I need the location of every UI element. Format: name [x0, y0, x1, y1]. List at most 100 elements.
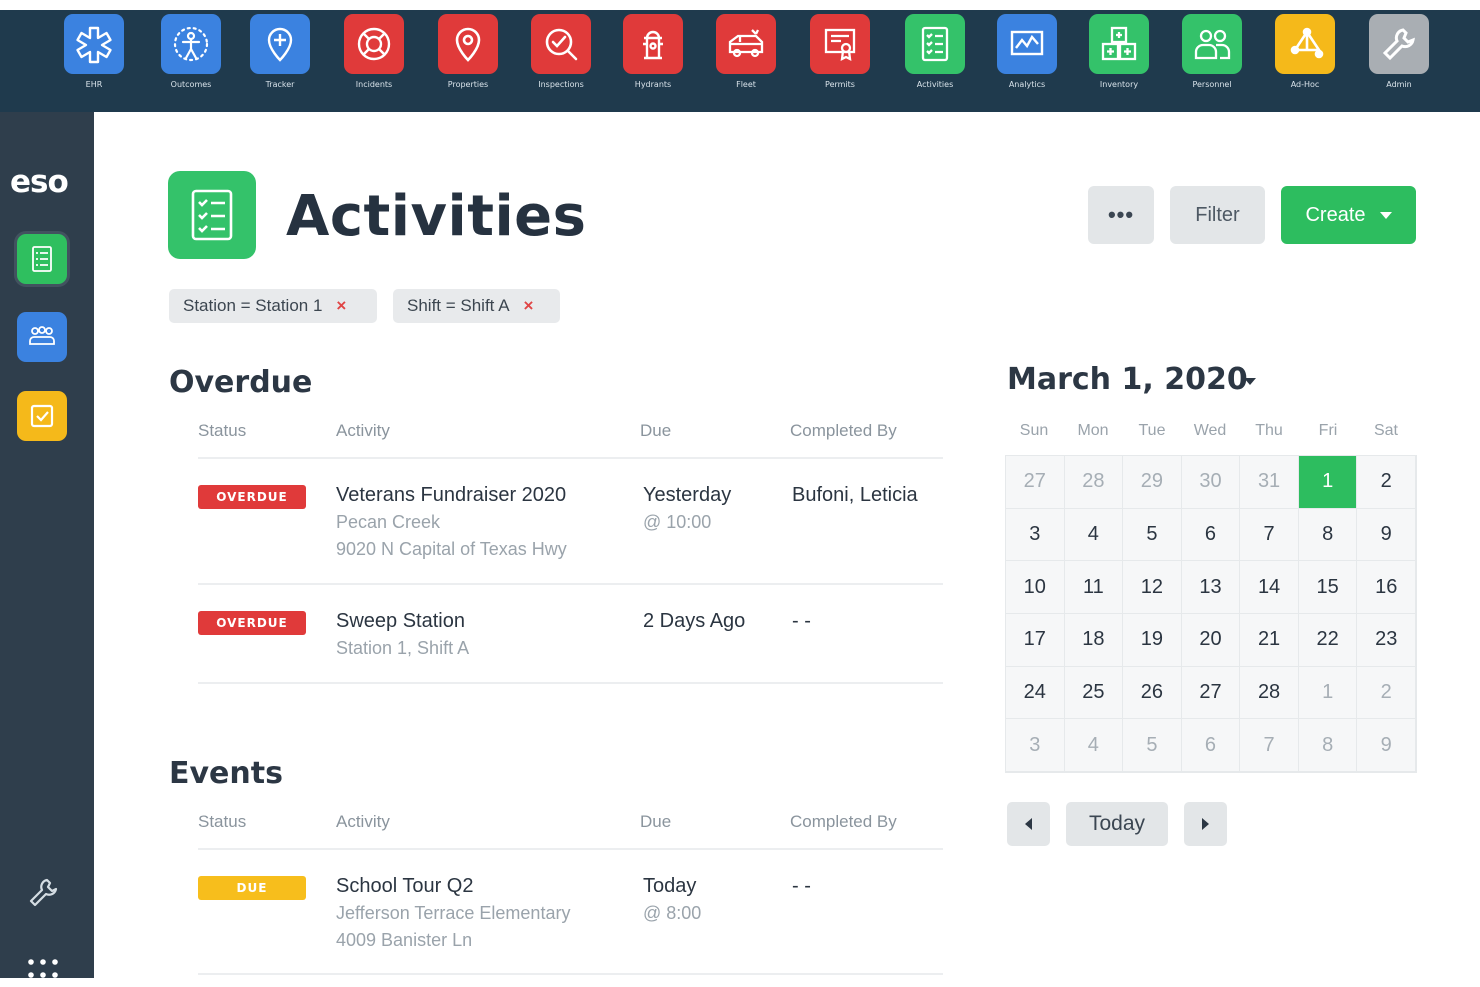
- calendar-day[interactable]: 18: [1064, 614, 1124, 667]
- calendar-day[interactable]: 28: [1240, 666, 1299, 720]
- checklist-icon: [191, 189, 233, 241]
- calendar-day[interactable]: 4: [1064, 719, 1124, 772]
- calendar-day[interactable]: 12: [1123, 561, 1182, 614]
- calendar-day[interactable]: 24: [1006, 666, 1065, 720]
- calendar-day[interactable]: 10: [1006, 561, 1065, 614]
- calendar-day[interactable]: 19: [1123, 614, 1182, 667]
- calendar-day[interactable]: 23: [1357, 614, 1416, 667]
- app-tracker[interactable]: Tracker: [248, 14, 312, 100]
- completed-by: Bufoni, Leticia: [792, 484, 918, 506]
- left-rail: eso: [0, 112, 94, 978]
- calendar-day[interactable]: 13: [1181, 561, 1241, 614]
- status-badge: OVERDUE: [198, 485, 306, 509]
- calendar-day[interactable]: 9: [1357, 719, 1416, 772]
- calendar-day[interactable]: 17: [1006, 614, 1065, 667]
- calendar-day[interactable]: 2: [1357, 666, 1416, 720]
- app-fleet[interactable]: Fleet: [714, 14, 778, 100]
- calendar-day[interactable]: 28: [1064, 456, 1124, 509]
- filter-chip-shift: Shift = Shift A ×: [393, 289, 560, 323]
- checklist-icon: [905, 14, 965, 74]
- page-title: Activities: [286, 184, 587, 249]
- app-hydrants[interactable]: Hydrants: [621, 14, 685, 100]
- calendar-day[interactable]: 3: [1006, 508, 1065, 562]
- app-admin[interactable]: Admin: [1367, 14, 1431, 100]
- rail-tasks-button[interactable]: [17, 391, 67, 441]
- nodes-icon: [1275, 14, 1335, 74]
- app-inventory[interactable]: Inventory: [1087, 14, 1151, 100]
- line-chart-icon: [997, 14, 1057, 74]
- rail-personnel-button[interactable]: [17, 312, 67, 362]
- app-ad-hoc[interactable]: Ad-Hoc: [1273, 14, 1337, 100]
- app-inspections[interactable]: Inspections: [529, 14, 593, 100]
- calendar-day-selected[interactable]: 1: [1298, 456, 1358, 509]
- checkbox-icon: [30, 404, 54, 428]
- calendar-day[interactable]: 6: [1181, 508, 1241, 562]
- due-date: 2 Days Ago: [643, 610, 746, 632]
- create-button[interactable]: Create: [1281, 186, 1416, 244]
- weekday-label: Wed: [1193, 422, 1227, 439]
- app-ehr[interactable]: EHR: [62, 14, 126, 100]
- rail-activities-button[interactable]: [17, 234, 67, 284]
- remove-filter-icon[interactable]: ×: [524, 296, 534, 316]
- calendar-month-title[interactable]: March 1, 2020: [1007, 362, 1248, 397]
- life-ring-icon: [344, 14, 404, 74]
- calendar-day[interactable]: 20: [1181, 614, 1241, 667]
- remove-filter-icon[interactable]: ×: [336, 296, 346, 316]
- calendar-day[interactable]: 7: [1240, 508, 1299, 562]
- inventory-boxes-icon: [1089, 14, 1149, 74]
- activity-name: Veterans Fundraiser 2020: [336, 484, 567, 506]
- calendar-day[interactable]: 25: [1064, 666, 1124, 720]
- calendar-day[interactable]: 16: [1357, 561, 1416, 614]
- calendar-day[interactable]: 5: [1123, 508, 1182, 562]
- app-label: EHR: [85, 80, 103, 89]
- calendar-day[interactable]: 27: [1006, 456, 1065, 509]
- calendar-day[interactable]: 4: [1064, 508, 1124, 562]
- calendar-day[interactable]: 9: [1357, 508, 1416, 562]
- calendar-day[interactable]: 5: [1123, 719, 1182, 772]
- today-button[interactable]: Today: [1066, 802, 1168, 846]
- calendar-day[interactable]: 14: [1240, 561, 1299, 614]
- previous-month-button[interactable]: [1007, 802, 1050, 846]
- calendar-day[interactable]: 26: [1123, 666, 1182, 720]
- weekday-label: Sat: [1373, 422, 1398, 439]
- caret-down-icon[interactable]: [1244, 378, 1256, 385]
- eso-logo: eso: [10, 164, 69, 200]
- activity-location: Pecan Creek: [336, 512, 441, 532]
- calendar-day[interactable]: 3: [1006, 719, 1065, 772]
- app-incidents[interactable]: Incidents: [342, 14, 406, 100]
- app-personnel[interactable]: Personnel: [1180, 14, 1244, 100]
- calendar-day[interactable]: 27: [1181, 666, 1241, 720]
- calendar-day[interactable]: 22: [1298, 614, 1358, 667]
- wrench-icon[interactable]: [26, 876, 60, 910]
- calendar-grid: 27 28 29 30 31 1 2 3 4 5 6 7 8 9 10 11 12 13 14 15 16 17 18 19 2…: [1005, 455, 1417, 773]
- next-month-button[interactable]: [1184, 802, 1227, 846]
- calendar-day[interactable]: 1: [1298, 666, 1358, 720]
- app-permits[interactable]: Permits: [808, 14, 872, 100]
- app-grid-icon[interactable]: [25, 958, 61, 980]
- app-outcomes[interactable]: Outcomes: [159, 14, 223, 100]
- calendar-day[interactable]: 7: [1240, 719, 1299, 772]
- calendar-day[interactable]: 6: [1181, 719, 1241, 772]
- filter-button[interactable]: Filter: [1170, 186, 1265, 244]
- app-label: Properties: [447, 80, 489, 89]
- calendar-day[interactable]: 8: [1298, 508, 1358, 562]
- more-options-button[interactable]: •••: [1088, 186, 1154, 244]
- app-label: Permits: [825, 80, 855, 89]
- calendar-day[interactable]: 29: [1123, 456, 1182, 509]
- app-properties[interactable]: Properties: [436, 14, 500, 100]
- calendar-day[interactable]: 15: [1298, 561, 1358, 614]
- calendar-day[interactable]: 30: [1181, 456, 1241, 509]
- calendar-day[interactable]: 11: [1064, 561, 1124, 614]
- app-activities[interactable]: Activities: [903, 14, 967, 100]
- calendar-day[interactable]: 31: [1240, 456, 1299, 509]
- app-label: Outcomes: [170, 80, 212, 89]
- app-analytics[interactable]: Analytics: [995, 14, 1059, 100]
- weekday-label: Fri: [1318, 422, 1338, 439]
- wrench-icon: [1369, 14, 1429, 74]
- caret-right-icon: [1202, 818, 1209, 830]
- col-header-activity: Activity: [336, 812, 390, 831]
- overdue-section-title: Overdue: [169, 365, 313, 400]
- calendar-day[interactable]: 21: [1240, 614, 1299, 667]
- calendar-day[interactable]: 8: [1298, 719, 1358, 772]
- calendar-day[interactable]: 2: [1357, 456, 1416, 509]
